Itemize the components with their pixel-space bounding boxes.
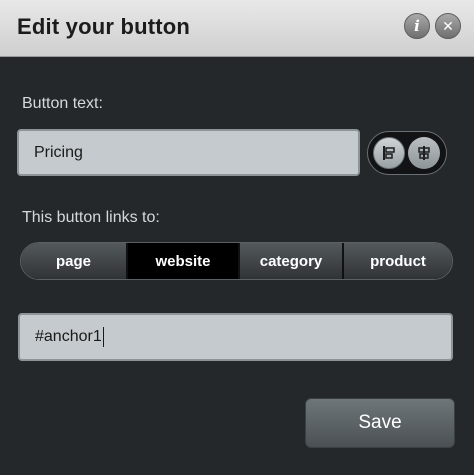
tab-website[interactable]: website	[128, 243, 238, 279]
link-url-input[interactable]: #anchor1	[18, 313, 453, 361]
dialog-title: Edit your button	[17, 14, 191, 39]
tab-page[interactable]: page	[21, 243, 128, 279]
align-left-icon	[383, 146, 395, 160]
tab-product[interactable]: product	[344, 243, 452, 279]
edit-button-dialog: Edit your button i ✕ Button text: Pricin…	[0, 0, 474, 475]
close-icon[interactable]: ✕	[435, 13, 461, 39]
align-center-icon	[418, 146, 430, 160]
text-caret	[102, 326, 104, 347]
alignment-toggle	[367, 131, 447, 175]
save-button[interactable]: Save	[305, 398, 455, 448]
link-type-segmented-control: page website category product	[20, 242, 453, 280]
tab-category[interactable]: category	[238, 243, 344, 279]
align-left-button[interactable]	[373, 137, 405, 169]
link-url-value: #anchor1	[35, 328, 102, 345]
button-text-input[interactable]: Pricing	[17, 129, 360, 176]
dialog-header: Edit your button i ✕	[0, 0, 474, 57]
button-text-label: Button text:	[22, 95, 103, 112]
link-type-label: This button links to:	[22, 209, 160, 226]
info-icon[interactable]: i	[404, 13, 430, 39]
align-center-button[interactable]	[408, 137, 440, 169]
